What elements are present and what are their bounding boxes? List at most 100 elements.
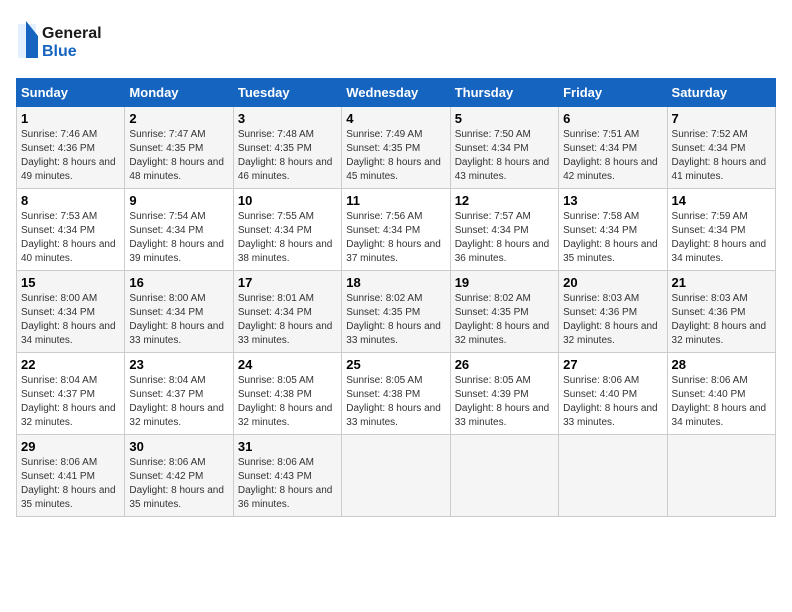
day-info: Sunrise: 7:48 AMSunset: 4:35 PMDaylight:… xyxy=(238,128,337,184)
day-number: 17 xyxy=(238,275,337,290)
calendar-cell: 19 Sunrise: 8:02 AMSunset: 4:35 PMDayligh… xyxy=(450,271,558,353)
day-info: Sunrise: 7:52 AMSunset: 4:34 PMDaylight:… xyxy=(672,128,771,184)
calendar-cell: 11 Sunrise: 7:56 AMSunset: 4:34 PMDayligh… xyxy=(342,189,450,271)
day-header-sunday: Sunday xyxy=(17,79,125,107)
day-info: Sunrise: 8:04 AMSunset: 4:37 PMDaylight:… xyxy=(129,374,228,430)
day-info: Sunrise: 8:00 AMSunset: 4:34 PMDaylight:… xyxy=(129,292,228,348)
day-header-friday: Friday xyxy=(559,79,667,107)
day-number: 8 xyxy=(21,193,120,208)
day-header-monday: Monday xyxy=(125,79,233,107)
calendar-cell: 22Sunrise: 8:04 AMSunset: 4:37 PMDayligh… xyxy=(17,353,125,435)
day-number: 2 xyxy=(129,111,228,126)
calendar-cell: 28Sunrise: 8:06 AMSunset: 4:40 PMDayligh… xyxy=(667,353,775,435)
day-info: Sunrise: 8:05 AMSunset: 4:38 PMDaylight:… xyxy=(238,374,337,430)
day-info: Sunrise: 7:56 AMSunset: 4:34 PMDaylight:… xyxy=(346,210,445,266)
day-number: 31 xyxy=(238,439,337,454)
day-info: Sunrise: 8:06 AMSunset: 4:42 PMDaylight:… xyxy=(129,456,228,512)
calendar-cell: 23 Sunrise: 8:04 AMSunset: 4:37 PMDayligh… xyxy=(125,353,233,435)
day-header-wednesday: Wednesday xyxy=(342,79,450,107)
calendar-cell: 30 Sunrise: 8:06 AMSunset: 4:42 PMDayligh… xyxy=(125,435,233,517)
calendar-cell: 9 Sunrise: 7:54 AMSunset: 4:34 PMDaylight… xyxy=(125,189,233,271)
day-number: 3 xyxy=(238,111,337,126)
day-header-tuesday: Tuesday xyxy=(233,79,341,107)
calendar-cell: 20Sunrise: 8:03 AMSunset: 4:36 PMDayligh… xyxy=(559,271,667,353)
day-info: Sunrise: 7:53 AMSunset: 4:34 PMDaylight:… xyxy=(21,210,120,266)
day-number: 13 xyxy=(563,193,662,208)
calendar-cell: 2 Sunrise: 7:47 AMSunset: 4:35 PMDaylight… xyxy=(125,107,233,189)
day-number: 11 xyxy=(346,193,445,208)
svg-text:Blue: Blue xyxy=(42,43,77,60)
calendar-cell xyxy=(342,435,450,517)
day-info: Sunrise: 8:05 AMSunset: 4:39 PMDaylight:… xyxy=(455,374,554,430)
calendar-cell: 13 Sunrise: 7:58 AMSunset: 4:34 PMDayligh… xyxy=(559,189,667,271)
calendar-table: SundayMondayTuesdayWednesdayThursdayFrid… xyxy=(16,78,776,517)
logo: GeneralBlue xyxy=(16,16,106,66)
calendar-cell: 15Sunrise: 8:00 AMSunset: 4:34 PMDayligh… xyxy=(17,271,125,353)
day-info: Sunrise: 8:01 AMSunset: 4:34 PMDaylight:… xyxy=(238,292,337,348)
calendar-cell xyxy=(667,435,775,517)
logo: GeneralBlue xyxy=(16,16,106,66)
day-info: Sunrise: 7:46 AMSunset: 4:36 PMDaylight:… xyxy=(21,128,120,184)
day-info: Sunrise: 8:05 AMSunset: 4:38 PMDaylight:… xyxy=(346,374,445,430)
calendar-week-row: 15 Sunrise: 8:00 AMSunset: 4:34 PMDayligh… xyxy=(17,271,776,353)
calendar-cell xyxy=(450,435,558,517)
calendar-cell: 1 Sunrise: 7:46 AMSunset: 4:36 PMDaylight… xyxy=(17,107,125,189)
calendar-cell: 14Sunrise: 7:59 AMSunset: 4:34 PMDayligh… xyxy=(667,189,775,271)
day-info: Sunrise: 7:58 AMSunset: 4:34 PMDaylight:… xyxy=(563,210,662,266)
day-info: Sunrise: 7:51 AMSunset: 4:34 PMDaylight:… xyxy=(563,128,662,184)
calendar-cell: 3 Sunrise: 7:48 AMSunset: 4:35 PMDaylight… xyxy=(233,107,341,189)
calendar-cell: 16 Sunrise: 8:00 AMSunset: 4:34 PMDayligh… xyxy=(125,271,233,353)
day-info: Sunrise: 7:47 AMSunset: 4:35 PMDaylight:… xyxy=(129,128,228,184)
calendar-cell: 31Sunrise: 8:06 AMSunset: 4:43 PMDayligh… xyxy=(233,435,341,517)
day-number: 26 xyxy=(455,357,554,372)
days-header-row: SundayMondayTuesdayWednesdayThursdayFrid… xyxy=(17,79,776,107)
calendar-cell xyxy=(559,435,667,517)
calendar-cell: 29 Sunrise: 8:06 AMSunset: 4:41 PMDayligh… xyxy=(17,435,125,517)
day-header-saturday: Saturday xyxy=(667,79,775,107)
day-number: 23 xyxy=(129,357,228,372)
page-header: GeneralBlue xyxy=(16,16,776,66)
calendar-cell: 27Sunrise: 8:06 AMSunset: 4:40 PMDayligh… xyxy=(559,353,667,435)
day-info: Sunrise: 7:55 AMSunset: 4:34 PMDaylight:… xyxy=(238,210,337,266)
day-number: 21 xyxy=(672,275,771,290)
day-number: 25 xyxy=(346,357,445,372)
day-info: Sunrise: 8:06 AMSunset: 4:41 PMDaylight:… xyxy=(21,456,120,512)
day-number: 18 xyxy=(346,275,445,290)
day-number: 20 xyxy=(563,275,662,290)
calendar-cell: 8 Sunrise: 7:53 AMSunset: 4:34 PMDaylight… xyxy=(17,189,125,271)
day-info: Sunrise: 8:03 AMSunset: 4:36 PMDaylight:… xyxy=(672,292,771,348)
day-number: 27 xyxy=(563,357,662,372)
calendar-cell: 25 Sunrise: 8:05 AMSunset: 4:38 PMDayligh… xyxy=(342,353,450,435)
calendar-cell: 6Sunrise: 7:51 AMSunset: 4:34 PMDaylight… xyxy=(559,107,667,189)
day-number: 4 xyxy=(346,111,445,126)
calendar-cell: 17 Sunrise: 8:01 AMSunset: 4:34 PMDayligh… xyxy=(233,271,341,353)
day-number: 1 xyxy=(21,111,120,126)
day-info: Sunrise: 8:02 AMSunset: 4:35 PMDaylight:… xyxy=(455,292,554,348)
day-header-thursday: Thursday xyxy=(450,79,558,107)
day-number: 5 xyxy=(455,111,554,126)
calendar-week-row: 29 Sunrise: 8:06 AMSunset: 4:41 PMDayligh… xyxy=(17,435,776,517)
day-number: 7 xyxy=(672,111,771,126)
day-number: 15 xyxy=(21,275,120,290)
day-info: Sunrise: 7:59 AMSunset: 4:34 PMDaylight:… xyxy=(672,210,771,266)
day-info: Sunrise: 8:04 AMSunset: 4:37 PMDaylight:… xyxy=(21,374,120,430)
calendar-cell: 12 Sunrise: 7:57 AMSunset: 4:34 PMDayligh… xyxy=(450,189,558,271)
calendar-week-row: 22Sunrise: 8:04 AMSunset: 4:37 PMDayligh… xyxy=(17,353,776,435)
calendar-body: 1 Sunrise: 7:46 AMSunset: 4:36 PMDaylight… xyxy=(17,107,776,517)
day-info: Sunrise: 7:54 AMSunset: 4:34 PMDaylight:… xyxy=(129,210,228,266)
day-number: 10 xyxy=(238,193,337,208)
day-number: 16 xyxy=(129,275,228,290)
day-number: 12 xyxy=(455,193,554,208)
day-number: 30 xyxy=(129,439,228,454)
day-number: 9 xyxy=(129,193,228,208)
calendar-week-row: 8 Sunrise: 7:53 AMSunset: 4:34 PMDaylight… xyxy=(17,189,776,271)
day-info: Sunrise: 7:57 AMSunset: 4:34 PMDaylight:… xyxy=(455,210,554,266)
calendar-cell: 5Sunrise: 7:50 AMSunset: 4:34 PMDaylight… xyxy=(450,107,558,189)
day-info: Sunrise: 8:02 AMSunset: 4:35 PMDaylight:… xyxy=(346,292,445,348)
calendar-cell: 4Sunrise: 7:49 AMSunset: 4:35 PMDaylight… xyxy=(342,107,450,189)
calendar-cell: 24Sunrise: 8:05 AMSunset: 4:38 PMDayligh… xyxy=(233,353,341,435)
calendar-cell: 26 Sunrise: 8:05 AMSunset: 4:39 PMDayligh… xyxy=(450,353,558,435)
day-number: 29 xyxy=(21,439,120,454)
day-number: 19 xyxy=(455,275,554,290)
calendar-cell: 18 Sunrise: 8:02 AMSunset: 4:35 PMDayligh… xyxy=(342,271,450,353)
